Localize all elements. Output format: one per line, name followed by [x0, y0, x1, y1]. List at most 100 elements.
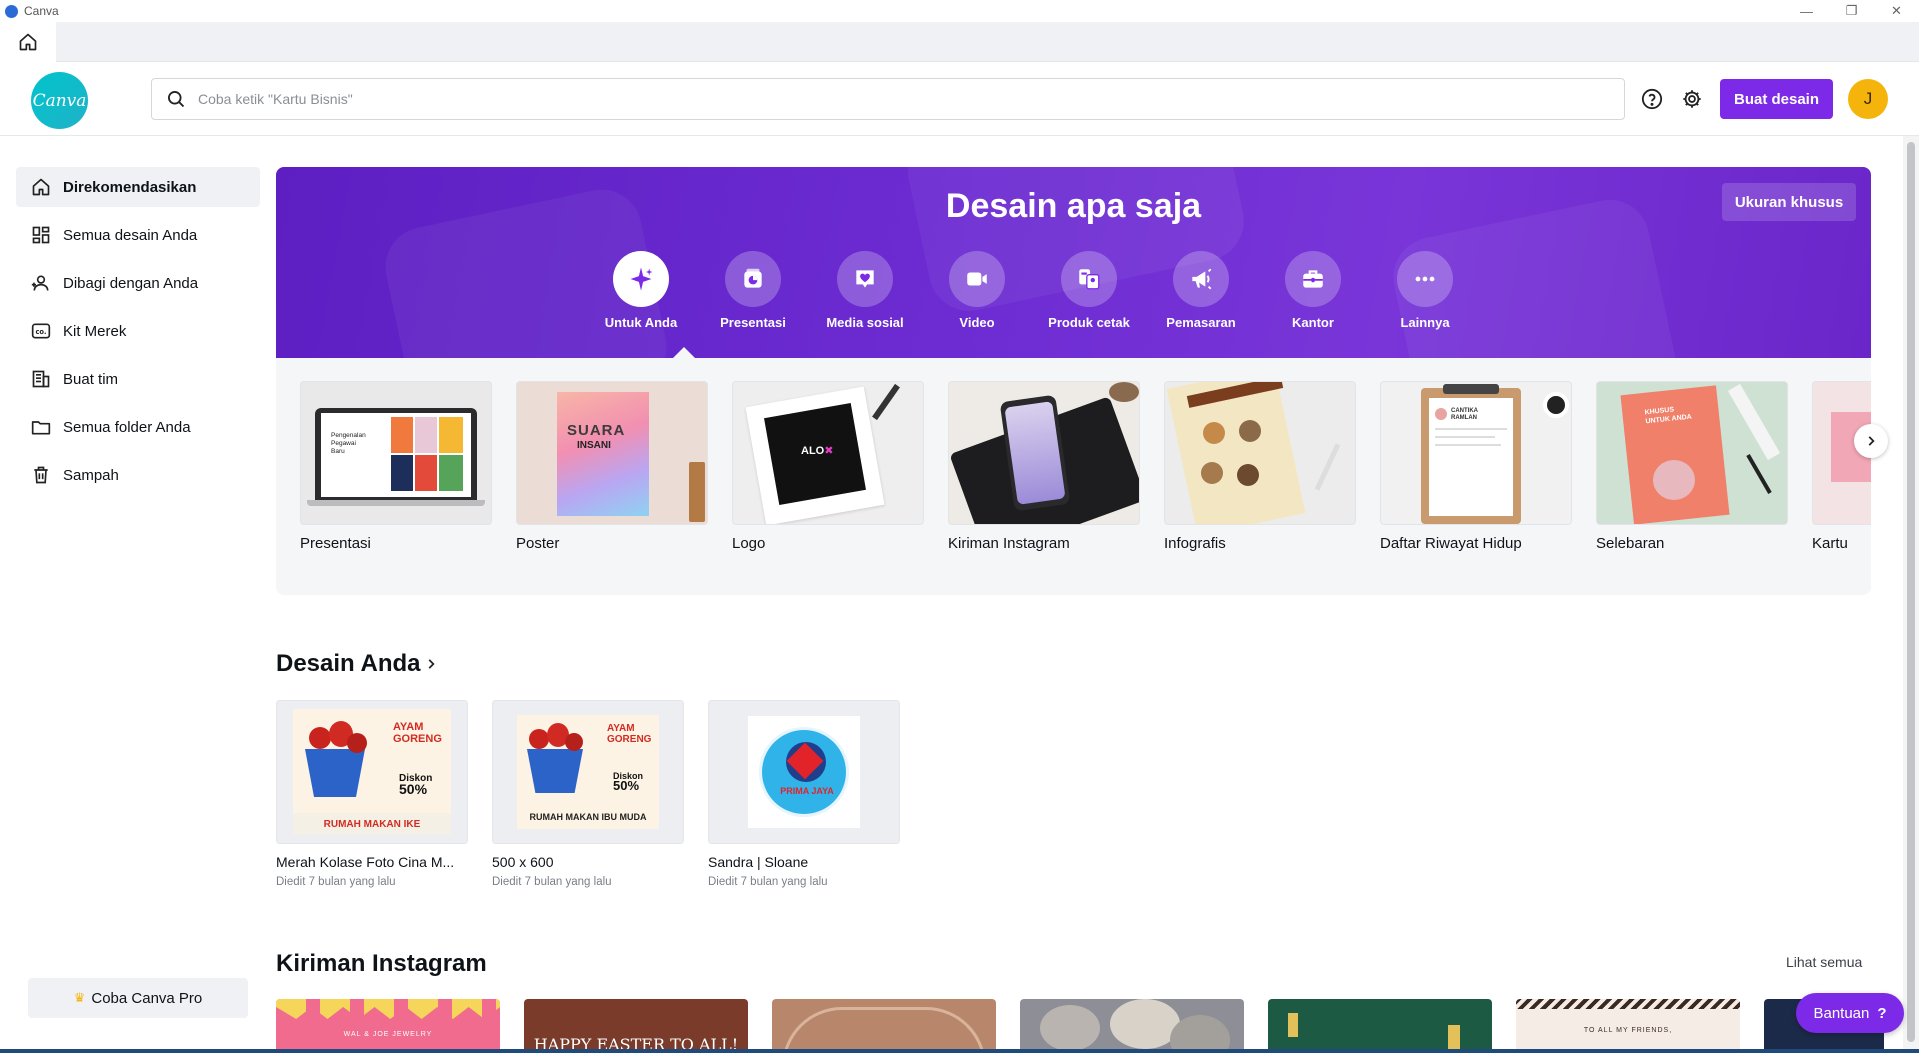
design-meta: Diedit 7 bulan yang lalu	[276, 876, 396, 888]
slide-photo	[439, 417, 463, 453]
avatar[interactable]: J	[1848, 79, 1888, 119]
slide-photo	[439, 455, 463, 491]
category-label: Kantor	[1292, 315, 1334, 330]
template-instagram-post[interactable]: Kiriman Instagram	[948, 381, 1140, 552]
design-card[interactable]: PRIMA JAYA Sandra | Sloane Diedit 7 bula…	[708, 700, 900, 888]
coffee-cup	[1543, 392, 1569, 418]
category-label: Pemasaran	[1166, 315, 1236, 330]
instagram-template-card[interactable]	[772, 999, 996, 1053]
category-office[interactable]: Kantor	[1258, 251, 1368, 330]
sidebar-item-trash[interactable]: Sampah	[16, 455, 260, 495]
hero-banner: Desain apa saja Ukuran khusus Untuk Anda…	[276, 167, 1871, 358]
template-thumbnail: CANTIKA RAMLAN	[1380, 381, 1572, 525]
template-flyer[interactable]: KHUSUS UNTUK ANDA Selebaran	[1596, 381, 1788, 552]
sidebar-item-all-designs[interactable]: Semua desain Anda	[16, 215, 260, 255]
active-category-pointer	[673, 347, 695, 358]
svg-text:co.: co.	[35, 328, 46, 336]
minimize-button[interactable]: —	[1784, 0, 1829, 22]
category-print-products[interactable]: Produk cetak	[1034, 251, 1144, 330]
design-anything-panel: Desain apa saja Ukuran khusus Untuk Anda…	[276, 167, 1871, 595]
design-card[interactable]: AYAM GORENG Diskon 50% RUMAH MAKAN IBU MUD…	[492, 700, 684, 888]
template-resume[interactable]: CANTIKA RAMLAN Daftar Riwayat Hidup	[1380, 381, 1572, 552]
users-icon	[29, 271, 53, 295]
sparkle-icon	[630, 267, 653, 291]
instagram-template-card[interactable]: HAPPY EASTER TO ALL!	[524, 999, 748, 1053]
template-infographic[interactable]: Infografis	[1164, 381, 1356, 552]
template-logo[interactable]: ALO✖ Logo	[732, 381, 924, 552]
custom-size-button[interactable]: Ukuran khusus	[1722, 183, 1856, 221]
design-headline: AYAM GORENG	[607, 723, 652, 745]
category-label: Produk cetak	[1048, 315, 1130, 330]
team-icon	[29, 367, 53, 391]
restore-button[interactable]: ❐	[1829, 0, 1874, 22]
category-presentation[interactable]: Presentasi	[698, 251, 808, 330]
template-presentation[interactable]: Pengenalan Pegawai Baru Presentasi	[300, 381, 492, 552]
design-card[interactable]: AYAM GORENG Diskon 50% RUMAH MAKAN IKE Mer…	[276, 700, 468, 888]
crown-icon: ♛	[73, 990, 86, 1005]
scrollbar-thumb[interactable]	[1907, 142, 1915, 1042]
app-header: Canva Buat desain J	[0, 62, 1919, 136]
stone-shape	[1170, 1015, 1230, 1053]
carousel-next-button[interactable]	[1854, 424, 1888, 458]
food-bucket-graphic	[299, 719, 379, 799]
category-circle	[837, 251, 893, 307]
category-video[interactable]: Video	[922, 251, 1032, 330]
close-button[interactable]: ✕	[1874, 0, 1919, 22]
pet-photo	[1237, 464, 1259, 486]
template-thumbnail	[948, 381, 1140, 525]
grid-icon	[29, 223, 53, 247]
canva-logo[interactable]: Canva	[31, 72, 88, 129]
search-bar[interactable]	[151, 78, 1625, 120]
video-icon	[967, 272, 987, 286]
template-label: Kartu	[1812, 535, 1848, 552]
instagram-template-card[interactable]: WAL & JOE JEWELRY	[276, 999, 500, 1053]
megaphone-icon	[1192, 268, 1212, 290]
category-for-you[interactable]: Untuk Anda	[586, 251, 696, 330]
template-thumbnail: KHUSUS UNTUK ANDA	[1596, 381, 1788, 525]
search-input[interactable]	[198, 91, 1398, 107]
main-content: Desain apa saja Ukuran khusus Untuk Anda…	[276, 136, 1903, 1053]
try-canva-pro-button[interactable]: ♛ Coba Canva Pro	[28, 978, 248, 1018]
home-tab[interactable]	[0, 22, 56, 62]
sidebar-item-label: Dibagi dengan Anda	[63, 274, 199, 292]
logo-text: ALO✖	[801, 445, 834, 457]
category-more[interactable]: Lainnya	[1370, 251, 1480, 330]
slide-photo	[415, 417, 437, 453]
sidebar-item-label: Direkomendasikan	[63, 178, 197, 196]
print-product-icon	[1079, 269, 1100, 290]
pattern-border	[1516, 999, 1740, 1009]
poster-canvas	[557, 392, 649, 516]
instagram-template-card[interactable]	[1020, 999, 1244, 1053]
design-footer: RUMAH MAKAN IKE	[293, 813, 451, 835]
instagram-template-card[interactable]: TO ALL MY FRIENDS,	[1516, 999, 1740, 1053]
sidebar-item-shared[interactable]: Dibagi dengan Anda	[16, 263, 260, 303]
pet-photo	[1239, 420, 1261, 442]
sidebar-item-create-team[interactable]: Buat tim	[16, 359, 260, 399]
help-chat-button[interactable]: Bantuan ?	[1796, 993, 1904, 1033]
design-headline: AYAM GORENG	[393, 721, 442, 745]
design-name: 500 x 600	[492, 854, 554, 870]
create-design-button[interactable]: Buat desain	[1720, 79, 1833, 119]
category-circle	[1397, 251, 1453, 307]
category-marketing[interactable]: Pemasaran	[1146, 251, 1256, 330]
sidebar-item-recommended[interactable]: Direkomendasikan	[16, 167, 260, 207]
pet-photo	[1201, 462, 1223, 484]
resume-line	[1435, 428, 1507, 430]
sidebar-item-folders[interactable]: Semua folder Anda	[16, 407, 260, 447]
scrollbar[interactable]	[1903, 136, 1919, 1053]
category-circle	[1173, 251, 1229, 307]
sidebar-item-label: Semua desain Anda	[63, 226, 198, 244]
logo-brand-text: PRIMA JAYA	[780, 786, 834, 796]
food-bucket-graphic	[521, 721, 597, 797]
your-designs-heading[interactable]: Desain Anda	[276, 650, 438, 678]
question-icon: ?	[1877, 1004, 1887, 1022]
template-poster[interactable]: SUARA INSANI Poster	[516, 381, 708, 552]
category-social-media[interactable]: Media sosial	[810, 251, 920, 330]
help-button[interactable]	[1638, 85, 1666, 113]
sidebar-item-brand-kit[interactable]: co. Kit Merek	[16, 311, 260, 351]
design-discount: Diskon 50%	[399, 773, 433, 797]
see-all-link[interactable]: Lihat semua	[1786, 954, 1862, 970]
settings-button[interactable]	[1678, 85, 1706, 113]
instagram-template-card[interactable]	[1268, 999, 1492, 1053]
template-card[interactable]: Kartu	[1812, 381, 1871, 552]
